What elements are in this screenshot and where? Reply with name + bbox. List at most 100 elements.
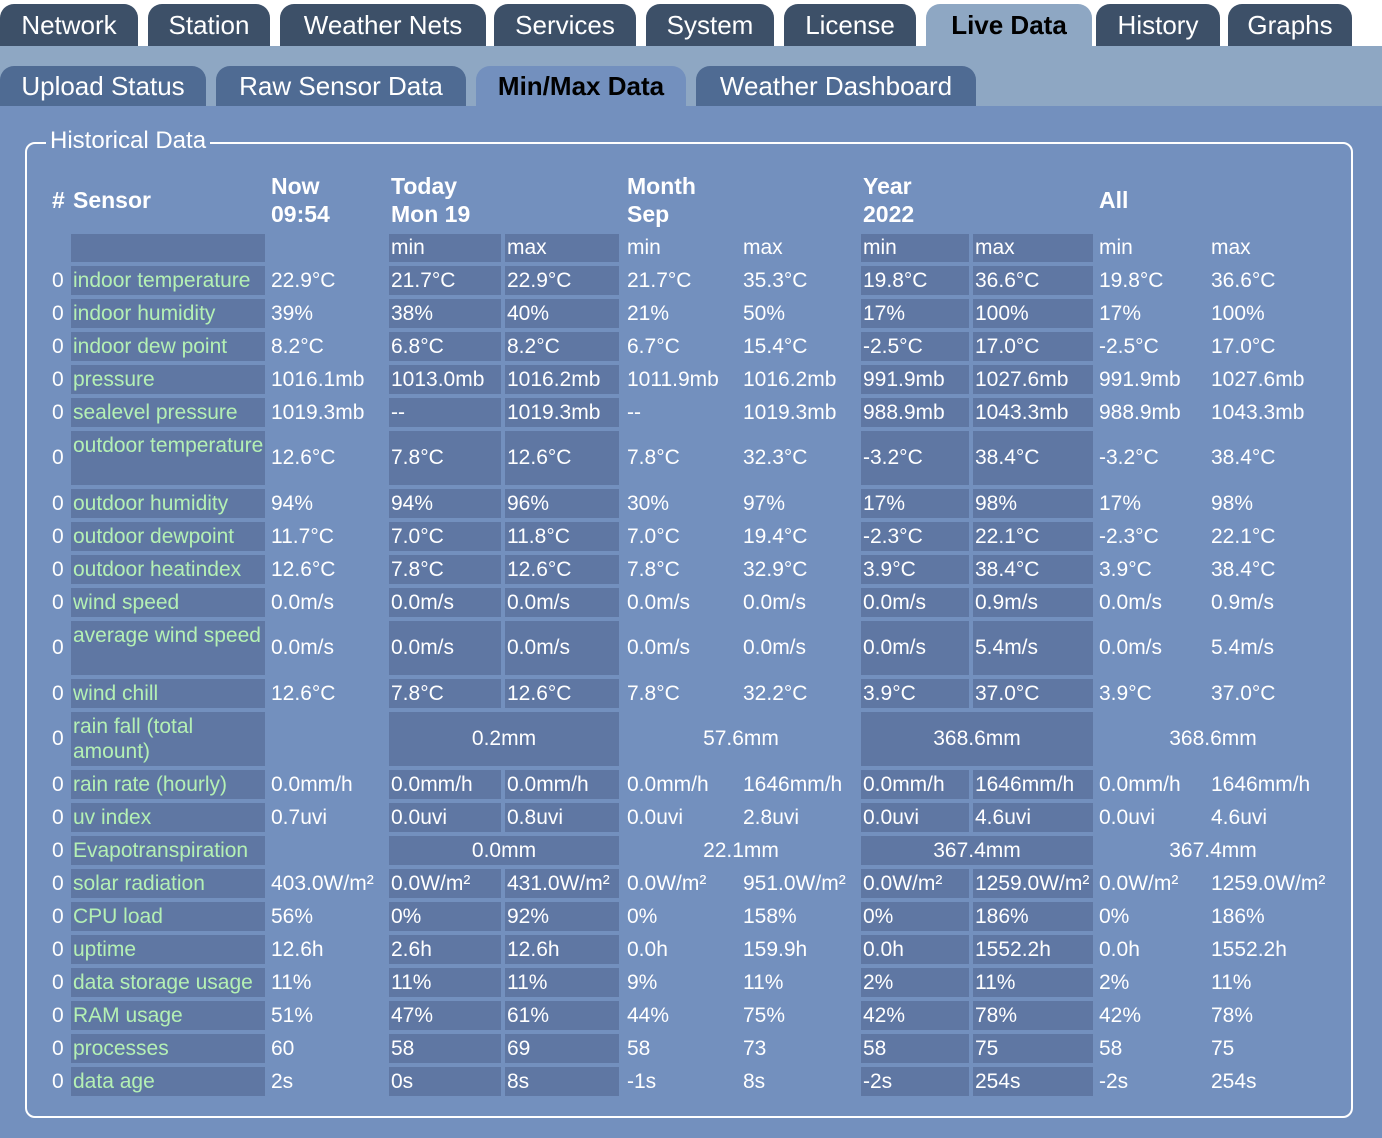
value-amin: 2%	[1099, 971, 1130, 994]
value-amax: 17.0°C	[1211, 335, 1276, 358]
sensor-label: indoor humidity	[71, 299, 265, 328]
sensor-label: average wind speed	[71, 621, 265, 675]
sensor-label: CPU load	[71, 902, 265, 931]
value-tmin: 58	[389, 1034, 501, 1063]
value-ymax: 11%	[973, 968, 1093, 997]
value-amax: 38.4°C	[1211, 446, 1276, 469]
row-number: 0	[52, 368, 64, 391]
value-amax: 1646mm/h	[1211, 773, 1311, 796]
value-mmin: --	[627, 401, 641, 424]
value-mmax: 0.0m/s	[743, 636, 807, 659]
row-number: 0	[52, 636, 64, 659]
value-all-total: 368.6mm	[1169, 727, 1257, 750]
subtab-weather-dashboard[interactable]: Weather Dashboard	[696, 66, 976, 106]
value-mmin: 58	[627, 1037, 651, 1060]
row-number: 0	[52, 727, 64, 750]
subheader-blank	[71, 234, 265, 262]
value-month-total: 57.6mm	[703, 727, 779, 750]
row-number: 0	[52, 773, 64, 796]
value-tmin: 0.0m/s	[389, 588, 501, 617]
row-number: 0	[52, 839, 64, 862]
value-tmax: 61%	[505, 1001, 619, 1030]
subheader-mmin: min	[627, 236, 661, 259]
value-amin: 17%	[1099, 492, 1142, 515]
value-mmin: 6.7°C	[627, 335, 680, 358]
value-now	[269, 712, 387, 766]
value-amax: 78%	[1211, 1004, 1254, 1027]
sensor-label: rain rate (hourly)	[71, 770, 265, 799]
row-number: 0	[52, 401, 64, 424]
value-ymax: 1259.0W/m²	[973, 869, 1093, 898]
value-amin: 3.9°C	[1099, 558, 1152, 581]
value-mmin: 30%	[627, 492, 670, 515]
value-now: 12.6°C	[271, 558, 336, 581]
subheader-ymax: max	[973, 234, 1093, 262]
value-ymin: 17%	[861, 299, 969, 328]
tab-history[interactable]: History	[1096, 4, 1220, 46]
value-amax: 5.4m/s	[1211, 636, 1275, 659]
value-tmin: 21.7°C	[389, 266, 501, 295]
row-number: 0	[52, 1004, 64, 1027]
tab-network[interactable]: Network	[0, 4, 138, 46]
tab-license[interactable]: License	[784, 4, 916, 46]
value-now: 56%	[271, 905, 314, 928]
value-mmin: 7.8°C	[627, 446, 680, 469]
sensor-label: indoor dew point	[71, 332, 265, 361]
value-mmax: 32.3°C	[743, 446, 808, 469]
value-mmax: 32.9°C	[743, 558, 808, 581]
value-mmin: 0.0mm/h	[627, 773, 709, 796]
subtab-upload-status[interactable]: Upload Status	[0, 66, 206, 106]
value-amin: -2s	[1099, 1070, 1129, 1093]
value-mmax: 50%	[743, 302, 786, 325]
value-ymax: 38.4°C	[973, 431, 1093, 485]
value-tmin: 0%	[389, 902, 501, 931]
value-mmin: 0.0m/s	[627, 636, 691, 659]
value-ymax: 22.1°C	[973, 522, 1093, 551]
subtab-raw-sensor-data[interactable]: Raw Sensor Data	[216, 66, 466, 106]
sensor-label: wind chill	[71, 679, 265, 708]
value-tmax: 8.2°C	[505, 332, 619, 361]
value-now: 0.0mm/h	[271, 773, 353, 796]
col-header-all: All	[1099, 187, 1129, 213]
tab-graphs[interactable]: Graphs	[1228, 4, 1352, 46]
tab-services[interactable]: Services	[494, 4, 636, 46]
row-number: 0	[52, 938, 64, 961]
value-amax: 22.1°C	[1211, 525, 1276, 548]
value-today-total: 0.2mm	[389, 712, 619, 766]
tab-live-data[interactable]: Live Data	[926, 4, 1092, 46]
subtab-min-max-data[interactable]: Min/Max Data	[476, 66, 686, 106]
value-amin: 17%	[1099, 302, 1142, 325]
value-amax: 1259.0W/m²	[1211, 872, 1326, 895]
value-ymin: 19.8°C	[861, 266, 969, 295]
value-amin: 0.0mm/h	[1099, 773, 1181, 796]
value-ymax: 5.4m/s	[973, 621, 1093, 675]
value-mmin: 0.0uvi	[627, 806, 684, 829]
col-header-sensor: Sensor	[73, 187, 151, 213]
sensor-label: uv index	[71, 803, 265, 832]
value-mmax: 1019.3mb	[743, 401, 837, 424]
row-number: 0	[52, 591, 64, 614]
tab-station[interactable]: Station	[148, 4, 270, 46]
row-number: 0	[52, 335, 64, 358]
value-ymin: 0.0mm/h	[861, 770, 969, 799]
value-year-total: 367.4mm	[861, 836, 1093, 865]
value-mmax: 0.0m/s	[743, 591, 807, 614]
value-tmin: 7.8°C	[389, 555, 501, 584]
row-number: 0	[52, 446, 64, 469]
value-amax: 1027.6mb	[1211, 368, 1305, 391]
value-tmax: 69	[505, 1034, 619, 1063]
value-now: 1016.1mb	[271, 368, 365, 391]
value-tmax: 11.8°C	[505, 522, 619, 551]
subheader-tmax: max	[505, 234, 619, 262]
value-mmax: 19.4°C	[743, 525, 808, 548]
value-mmax: 951.0W/m²	[743, 872, 846, 895]
tab-weather-nets[interactable]: Weather Nets	[280, 4, 486, 46]
value-amin: 0.0m/s	[1099, 591, 1163, 614]
value-amax: 75	[1211, 1037, 1235, 1060]
value-mmax: 158%	[743, 905, 797, 928]
tab-system[interactable]: System	[646, 4, 774, 46]
row-number: 0	[52, 492, 64, 515]
value-amax: 4.6uvi	[1211, 806, 1268, 829]
value-month-total: 22.1mm	[703, 839, 779, 862]
value-ymin: -2.3°C	[861, 522, 969, 551]
